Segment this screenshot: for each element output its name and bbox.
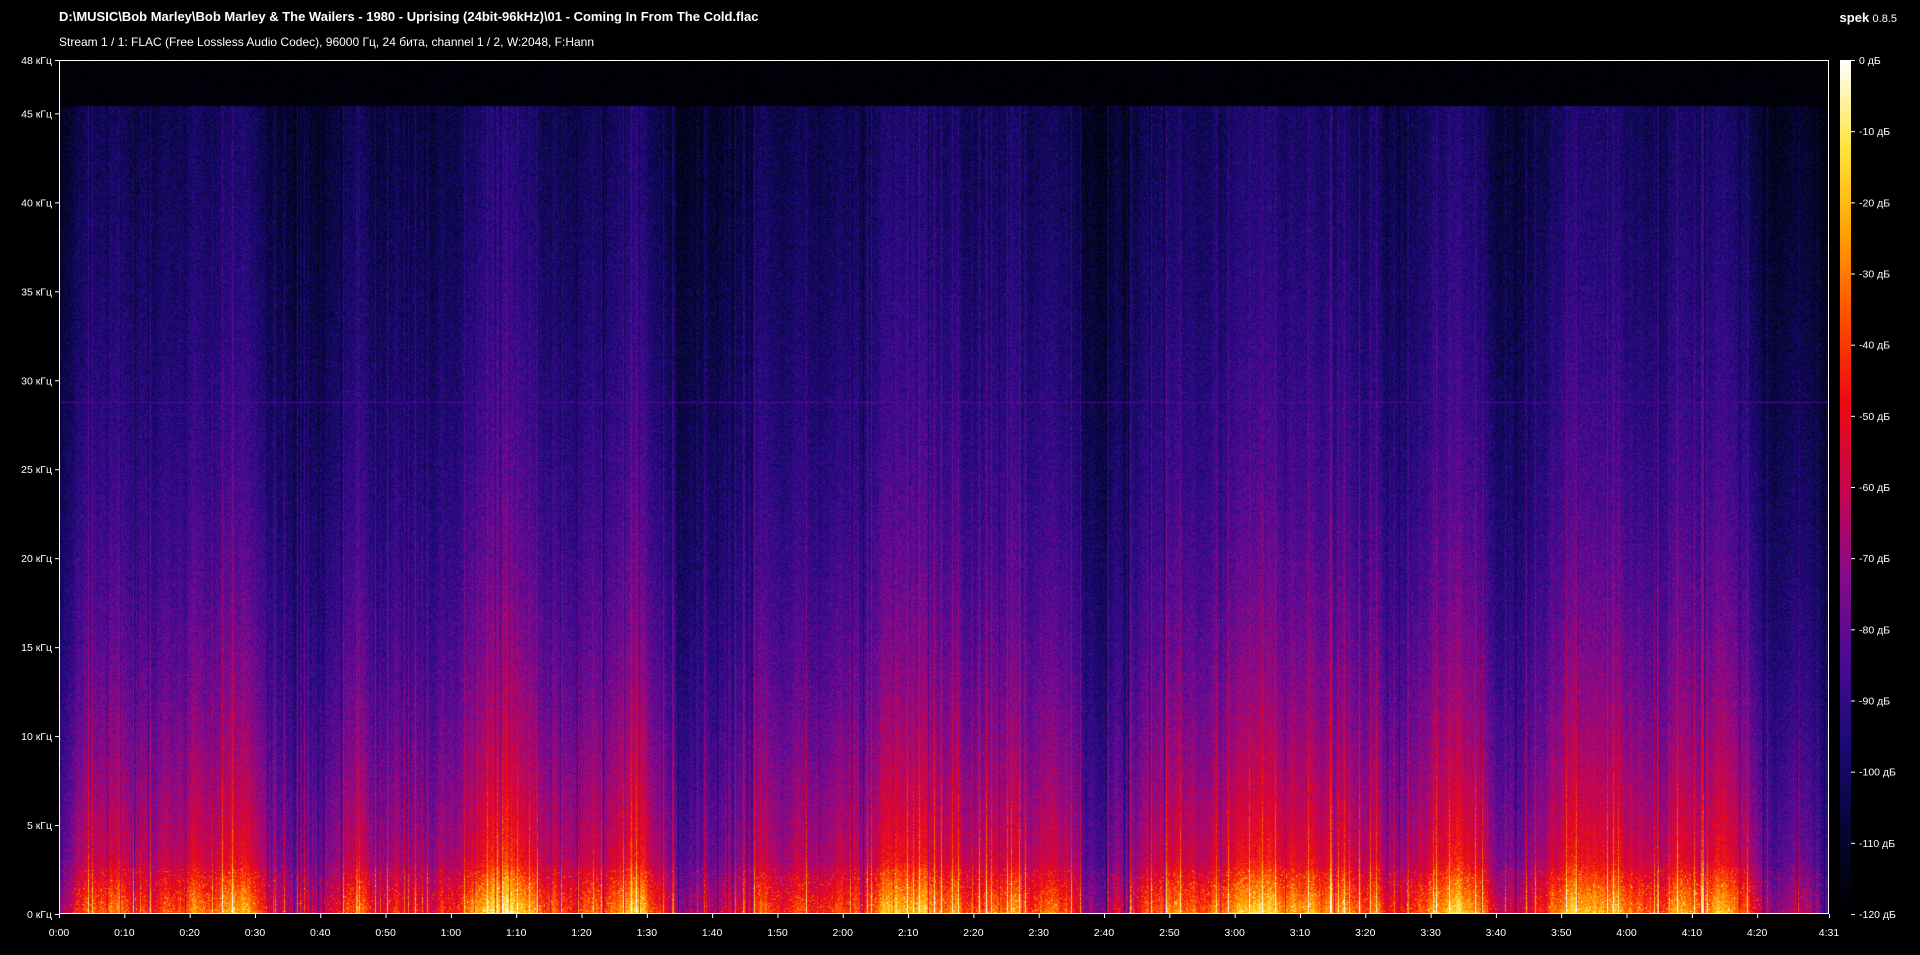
- x-tick-label: 0:20: [179, 927, 200, 939]
- app-name: spek: [1839, 10, 1870, 25]
- x-tick-label: 1:40: [702, 927, 723, 939]
- x-tick-label: 1:20: [571, 927, 592, 939]
- x-tick-label: 2:40: [1094, 927, 1115, 939]
- x-tick-label: 3:10: [1290, 927, 1311, 939]
- x-tick-label: 4:10: [1682, 927, 1703, 939]
- x-tick-label: 0:40: [310, 927, 331, 939]
- x-tick-label: 0:10: [114, 927, 135, 939]
- db-tick-label: -50 дБ: [1859, 411, 1890, 423]
- x-tick-label: 3:20: [1355, 927, 1376, 939]
- spek-window: D:\MUSIC\Bob Marley\Bob Marley & The Wai…: [0, 0, 1920, 955]
- y-tick-label: 15 кГц: [21, 642, 52, 654]
- x-tick-label: 0:30: [245, 927, 266, 939]
- x-tick-label: 2:00: [833, 927, 854, 939]
- x-tick-label: 2:50: [1159, 927, 1180, 939]
- y-tick-label: 20 кГц: [21, 553, 52, 565]
- file-path-title: D:\MUSIC\Bob Marley\Bob Marley & The Wai…: [59, 9, 759, 24]
- x-tick-label: 3:00: [1224, 927, 1245, 939]
- spectrogram-canvas[interactable]: [60, 61, 1828, 913]
- x-tick-label: 4:20: [1747, 927, 1768, 939]
- db-tick-label: -30 дБ: [1859, 269, 1890, 281]
- x-tick-label: 1:30: [637, 927, 658, 939]
- x-tick-label: 2:20: [963, 927, 984, 939]
- db-tick-label: -120 дБ: [1859, 909, 1896, 921]
- x-tick-label: 1:10: [506, 927, 527, 939]
- db-tick-label: -40 дБ: [1859, 340, 1890, 352]
- db-tick-label: -100 дБ: [1859, 767, 1896, 779]
- x-tick-label: 4:31: [1819, 927, 1840, 939]
- y-tick-label: 25 кГц: [21, 464, 52, 476]
- y-tick-label: 10 кГц: [21, 731, 52, 743]
- x-tick-label: 1:00: [441, 927, 462, 939]
- db-tick-label: -80 дБ: [1859, 624, 1890, 636]
- app-version: 0.8.5: [1872, 13, 1897, 25]
- x-tick-label: 4:00: [1616, 927, 1637, 939]
- db-tick-label: -20 дБ: [1859, 197, 1890, 209]
- x-tick-label: 2:30: [1028, 927, 1049, 939]
- y-tick-label: 45 кГц: [21, 108, 52, 120]
- x-tick-label: 3:30: [1420, 927, 1441, 939]
- x-tick-label: 3:40: [1486, 927, 1507, 939]
- y-tick-label: 40 кГц: [21, 197, 52, 209]
- y-tick-label: 30 кГц: [21, 375, 52, 387]
- db-tick-label: -70 дБ: [1859, 553, 1890, 565]
- spectrogram-plot[interactable]: [59, 60, 1829, 914]
- db-tick-label: -60 дБ: [1859, 482, 1890, 494]
- db-tick-label: -90 дБ: [1859, 696, 1890, 708]
- db-tick-label: -10 дБ: [1859, 126, 1890, 138]
- y-tick-label: 5 кГц: [27, 820, 52, 832]
- x-tick-label: 0:50: [375, 927, 396, 939]
- y-tick-label: 35 кГц: [21, 286, 52, 298]
- app-brand: spek 0.8.5: [1840, 10, 1897, 25]
- x-tick-label: 2:10: [898, 927, 919, 939]
- db-tick-label: 0 дБ: [1859, 55, 1881, 67]
- y-tick-label: 48 кГц: [21, 55, 52, 67]
- x-tick-label: 1:50: [767, 927, 788, 939]
- x-tick-label: 0:00: [49, 927, 70, 939]
- y-tick-label: 0 кГц: [27, 909, 52, 921]
- stream-info: Stream 1 / 1: FLAC (Free Lossless Audio …: [59, 35, 595, 49]
- db-colorbar: [1840, 60, 1851, 914]
- db-tick-label: -110 дБ: [1859, 838, 1895, 850]
- x-tick-label: 3:50: [1551, 927, 1572, 939]
